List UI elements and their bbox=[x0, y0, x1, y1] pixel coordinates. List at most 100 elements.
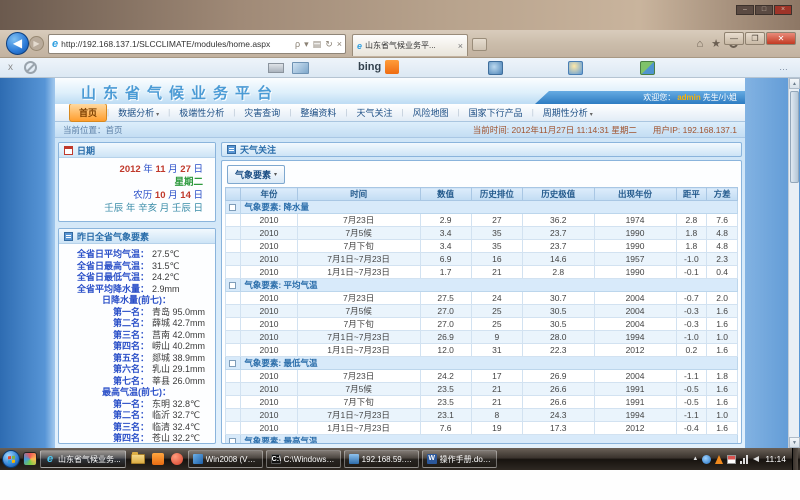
row-cell: 3.4 bbox=[420, 227, 471, 240]
toolbar-close-icon[interactable]: x bbox=[8, 62, 13, 73]
star-colored-icon[interactable] bbox=[568, 61, 583, 75]
minimize-button[interactable]: — bbox=[724, 32, 744, 45]
page-scrollbar[interactable]: ▲ ▼ bbox=[788, 78, 799, 448]
taskbar-item-2[interactable]: C:\C:\Windows\sy... bbox=[266, 450, 341, 468]
home-icon[interactable]: ⌂ bbox=[696, 38, 703, 50]
forward-button[interactable]: ▶ bbox=[29, 36, 44, 51]
orange-square-icon[interactable] bbox=[152, 453, 164, 465]
stop-icon[interactable]: × bbox=[337, 39, 342, 50]
table-row: 20107月1日~7月23日26.9928.01994-1.01.0 bbox=[226, 331, 738, 344]
explorer-folder-icon[interactable] bbox=[131, 454, 145, 464]
taskbar: e 山东省气候业务... Win2008 (V52... C:\C:\Window… bbox=[0, 448, 800, 470]
row-cell: 24.3 bbox=[522, 409, 594, 422]
row-cell: 23.5 bbox=[420, 396, 471, 409]
favorites-star-icon[interactable]: ★ bbox=[711, 37, 721, 50]
bg-close-icon[interactable]: × bbox=[774, 5, 792, 15]
nav-tab-9[interactable]: 周期性分析▾ bbox=[534, 104, 602, 121]
row-cell: 35 bbox=[471, 227, 522, 240]
compatibility-icon[interactable]: ▤ bbox=[313, 39, 322, 50]
taskbar-item-3[interactable]: 192.168.59.99... bbox=[344, 450, 419, 468]
more-options-icon[interactable]: … bbox=[779, 62, 790, 72]
maximize-button[interactable]: ❐ bbox=[745, 32, 765, 45]
search-icon[interactable]: ρ bbox=[295, 39, 300, 50]
orange-app-icon[interactable] bbox=[385, 60, 399, 74]
taskbar-item-1[interactable]: Win2008 (V52... bbox=[188, 450, 263, 468]
row-cell: 1.6 bbox=[707, 396, 738, 409]
bing-toolbar: bing bbox=[358, 60, 399, 74]
row-cell: 1990 bbox=[594, 240, 676, 253]
tray-blue-icon[interactable] bbox=[702, 455, 711, 464]
nav-tab-4[interactable]: 灾害查询 bbox=[235, 104, 289, 121]
header-cell-empty bbox=[226, 188, 241, 201]
group-header-row: 气象要素: 最低气温 bbox=[226, 357, 738, 370]
nav-tab-5[interactable]: 整编资料 bbox=[291, 104, 345, 121]
ticon-rdp-icon bbox=[349, 454, 359, 464]
weather-stat: 全省日平均气温：27.5℃ bbox=[61, 249, 211, 261]
red-orb-icon[interactable] bbox=[171, 453, 183, 465]
community-icon[interactable] bbox=[640, 61, 655, 75]
bg-maximize-icon[interactable]: □ bbox=[755, 5, 773, 15]
row-cell: 2.0 bbox=[707, 292, 738, 305]
browser-tab[interactable]: e 山东省气候业务平... × bbox=[352, 34, 468, 56]
header-cell: 数值 bbox=[420, 188, 471, 201]
weather-focus-header: 天气关注 bbox=[221, 142, 742, 157]
bg-minimize-icon[interactable]: – bbox=[736, 5, 754, 15]
row-cell: 2004 bbox=[594, 370, 676, 383]
camera-icon[interactable] bbox=[488, 61, 503, 75]
network-icon[interactable] bbox=[740, 455, 749, 464]
nav-tab-1[interactable]: 首页 bbox=[69, 103, 107, 122]
taskbar-item-label: Win2008 (V52... bbox=[206, 455, 258, 464]
element-filter-button[interactable]: 气象要素 ▾ bbox=[227, 165, 285, 184]
refresh-icon[interactable]: ↻ bbox=[325, 39, 333, 50]
search-dropdown-icon[interactable]: ▾ bbox=[304, 39, 309, 50]
close-button[interactable]: ✕ bbox=[766, 32, 796, 45]
nav-tab-3[interactable]: 极端性分析 bbox=[170, 104, 233, 121]
scroll-down-icon[interactable]: ▼ bbox=[789, 437, 800, 448]
group-checkbox[interactable] bbox=[229, 204, 236, 211]
welcome-suffix: 先生/小姐 bbox=[703, 92, 737, 103]
nav-tab-8[interactable]: 国家下行产品 bbox=[460, 104, 532, 121]
stat-label: 全省日平均气温： bbox=[61, 249, 149, 261]
tab-close-icon[interactable]: × bbox=[458, 41, 463, 51]
ie-icon: e bbox=[45, 454, 55, 464]
table-row: 20101月1日~7月23日1.7212.81990-0.10.4 bbox=[226, 266, 738, 279]
scroll-up-icon[interactable]: ▲ bbox=[789, 78, 800, 89]
row-cell: 1990 bbox=[594, 227, 676, 240]
speaker-icon[interactable] bbox=[753, 456, 759, 462]
stat-value: 24.2℃ bbox=[152, 272, 180, 284]
bing-logo[interactable]: bing bbox=[358, 61, 381, 73]
row-cell: 2010 bbox=[241, 214, 297, 227]
row-cell: 7月23日 bbox=[297, 370, 420, 383]
nav-tab-7[interactable]: 风险地图 bbox=[404, 104, 458, 121]
back-button[interactable]: ◀ bbox=[6, 32, 29, 55]
scrollbar-thumb[interactable] bbox=[790, 91, 799, 183]
row-cell: 1月1日~7月23日 bbox=[297, 422, 420, 435]
row-cell-empty bbox=[226, 370, 241, 383]
group-checkbox[interactable] bbox=[229, 438, 236, 444]
row-cell: 17 bbox=[471, 370, 522, 383]
card-icon[interactable] bbox=[292, 62, 309, 74]
row-cell: -0.3 bbox=[676, 305, 707, 318]
group-checkbox[interactable] bbox=[229, 282, 236, 289]
new-tab-button[interactable] bbox=[472, 38, 487, 51]
row-cell: -1.0 bbox=[676, 253, 707, 266]
tray-expand-icon[interactable]: ▲ bbox=[692, 456, 698, 462]
mail-icon[interactable] bbox=[268, 63, 284, 73]
taskbar-item-browser[interactable]: e 山东省气候业务... bbox=[40, 450, 126, 468]
nav-tab-2[interactable]: 数据分析▾ bbox=[109, 104, 168, 121]
address-bar[interactable]: e http://192.168.137.1/SLCCLIMATE/module… bbox=[48, 34, 346, 54]
pinned-app-icon[interactable] bbox=[23, 452, 37, 466]
url-text[interactable]: http://192.168.137.1/SLCCLIMATE/modules/… bbox=[61, 39, 292, 49]
taskbar-item-4[interactable]: W操作手册.docx ... bbox=[422, 450, 497, 468]
taskbar-item-label: 山东省气候业务... bbox=[58, 454, 121, 465]
show-desktop-button[interactable] bbox=[792, 448, 798, 470]
taskbar-clock[interactable]: 11:14 bbox=[765, 454, 786, 464]
start-button[interactable] bbox=[2, 450, 20, 468]
date-part: 11 bbox=[155, 164, 165, 175]
desktop-background: – □ × bbox=[0, 0, 800, 30]
nav-tab-6[interactable]: 天气关注 bbox=[347, 104, 401, 121]
tray-flame-icon[interactable] bbox=[715, 455, 723, 464]
action-center-flag-icon[interactable] bbox=[727, 455, 736, 464]
table-header-row: 年份时间数值历史排位历史极值出现年份距平方差 bbox=[226, 188, 738, 201]
group-checkbox[interactable] bbox=[229, 360, 236, 367]
